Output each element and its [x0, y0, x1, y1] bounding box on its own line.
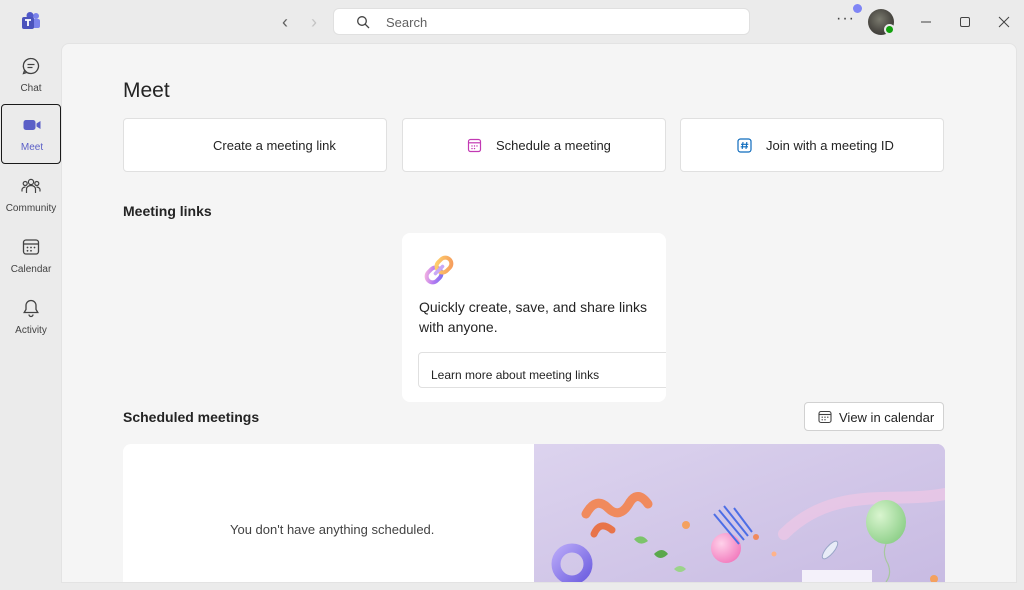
main-panel: Meet Create a meeting link Schedule a me… [61, 43, 1017, 583]
search-placeholder: Search [386, 15, 428, 30]
calendar-icon [22, 239, 40, 255]
presence-available-icon [884, 24, 895, 35]
sidebar-item-chat[interactable]: Chat [1, 46, 61, 106]
sidebar-item-community[interactable]: Community [1, 166, 61, 226]
notification-dot [853, 4, 862, 13]
maximize-icon[interactable] [955, 12, 975, 32]
meeting-links-card: Quickly create, save, and share links wi… [402, 233, 666, 402]
close-icon[interactable] [994, 12, 1014, 32]
chat-icon [22, 57, 40, 75]
sidebar-item-activity[interactable]: Activity [1, 288, 61, 348]
celebration-illustration [534, 444, 945, 582]
sidebar-item-label: Activity [15, 325, 47, 336]
search-input[interactable]: Search [333, 8, 750, 35]
calendar-icon [818, 410, 832, 424]
sidebar-item-label: Community [5, 203, 57, 214]
bell-icon [23, 299, 39, 318]
create-meeting-link-button[interactable]: Create a meeting link [123, 118, 387, 172]
hash-icon [737, 138, 752, 153]
forward-arrow-icon[interactable]: › [303, 11, 325, 33]
schedule-meeting-button[interactable]: Schedule a meeting [402, 118, 666, 172]
calendar-add-icon [467, 138, 482, 153]
join-meeting-id-button[interactable]: Join with a meeting ID [680, 118, 944, 172]
sidebar-item-label: Chat [20, 83, 42, 94]
search-icon [357, 16, 370, 29]
minimize-icon[interactable] [916, 12, 936, 32]
scheduled-meetings-heading: Scheduled meetings [123, 409, 260, 425]
meeting-links-description: Quickly create, save, and share links wi… [419, 299, 647, 335]
sidebar-item-meet[interactable]: Meet [1, 104, 61, 164]
meeting-links-heading: Meeting links [123, 203, 212, 219]
back-arrow-icon[interactable]: ‹ [274, 11, 296, 33]
schedule-meeting-label: Schedule a meeting [496, 138, 611, 153]
teams-logo-icon [22, 12, 40, 29]
view-in-calendar-label: View in calendar [839, 410, 935, 425]
page-title: Meet [123, 79, 170, 102]
empty-state-text: You don't have anything scheduled. [230, 522, 435, 537]
create-meeting-link-label: Create a meeting link [213, 138, 336, 153]
link-chain-icon [424, 255, 454, 285]
join-meeting-id-label: Join with a meeting ID [766, 138, 894, 153]
sidebar-item-label: Calendar [10, 264, 52, 275]
sidebar-item-calendar[interactable]: Calendar [1, 227, 61, 287]
title-bar: ‹ › Search ··· [0, 0, 1024, 44]
sidebar-item-label: Meet [20, 142, 44, 153]
scheduled-meetings-card: You don't have anything scheduled. [123, 444, 945, 582]
learn-more-label: Learn more about meeting links [431, 368, 600, 382]
more-options-button[interactable]: ··· [836, 10, 855, 28]
learn-more-meeting-links-button[interactable]: Learn more about meeting links [418, 352, 666, 388]
video-camera-icon [23, 120, 41, 130]
community-icon [21, 178, 41, 193]
view-in-calendar-button[interactable]: View in calendar [804, 402, 944, 431]
